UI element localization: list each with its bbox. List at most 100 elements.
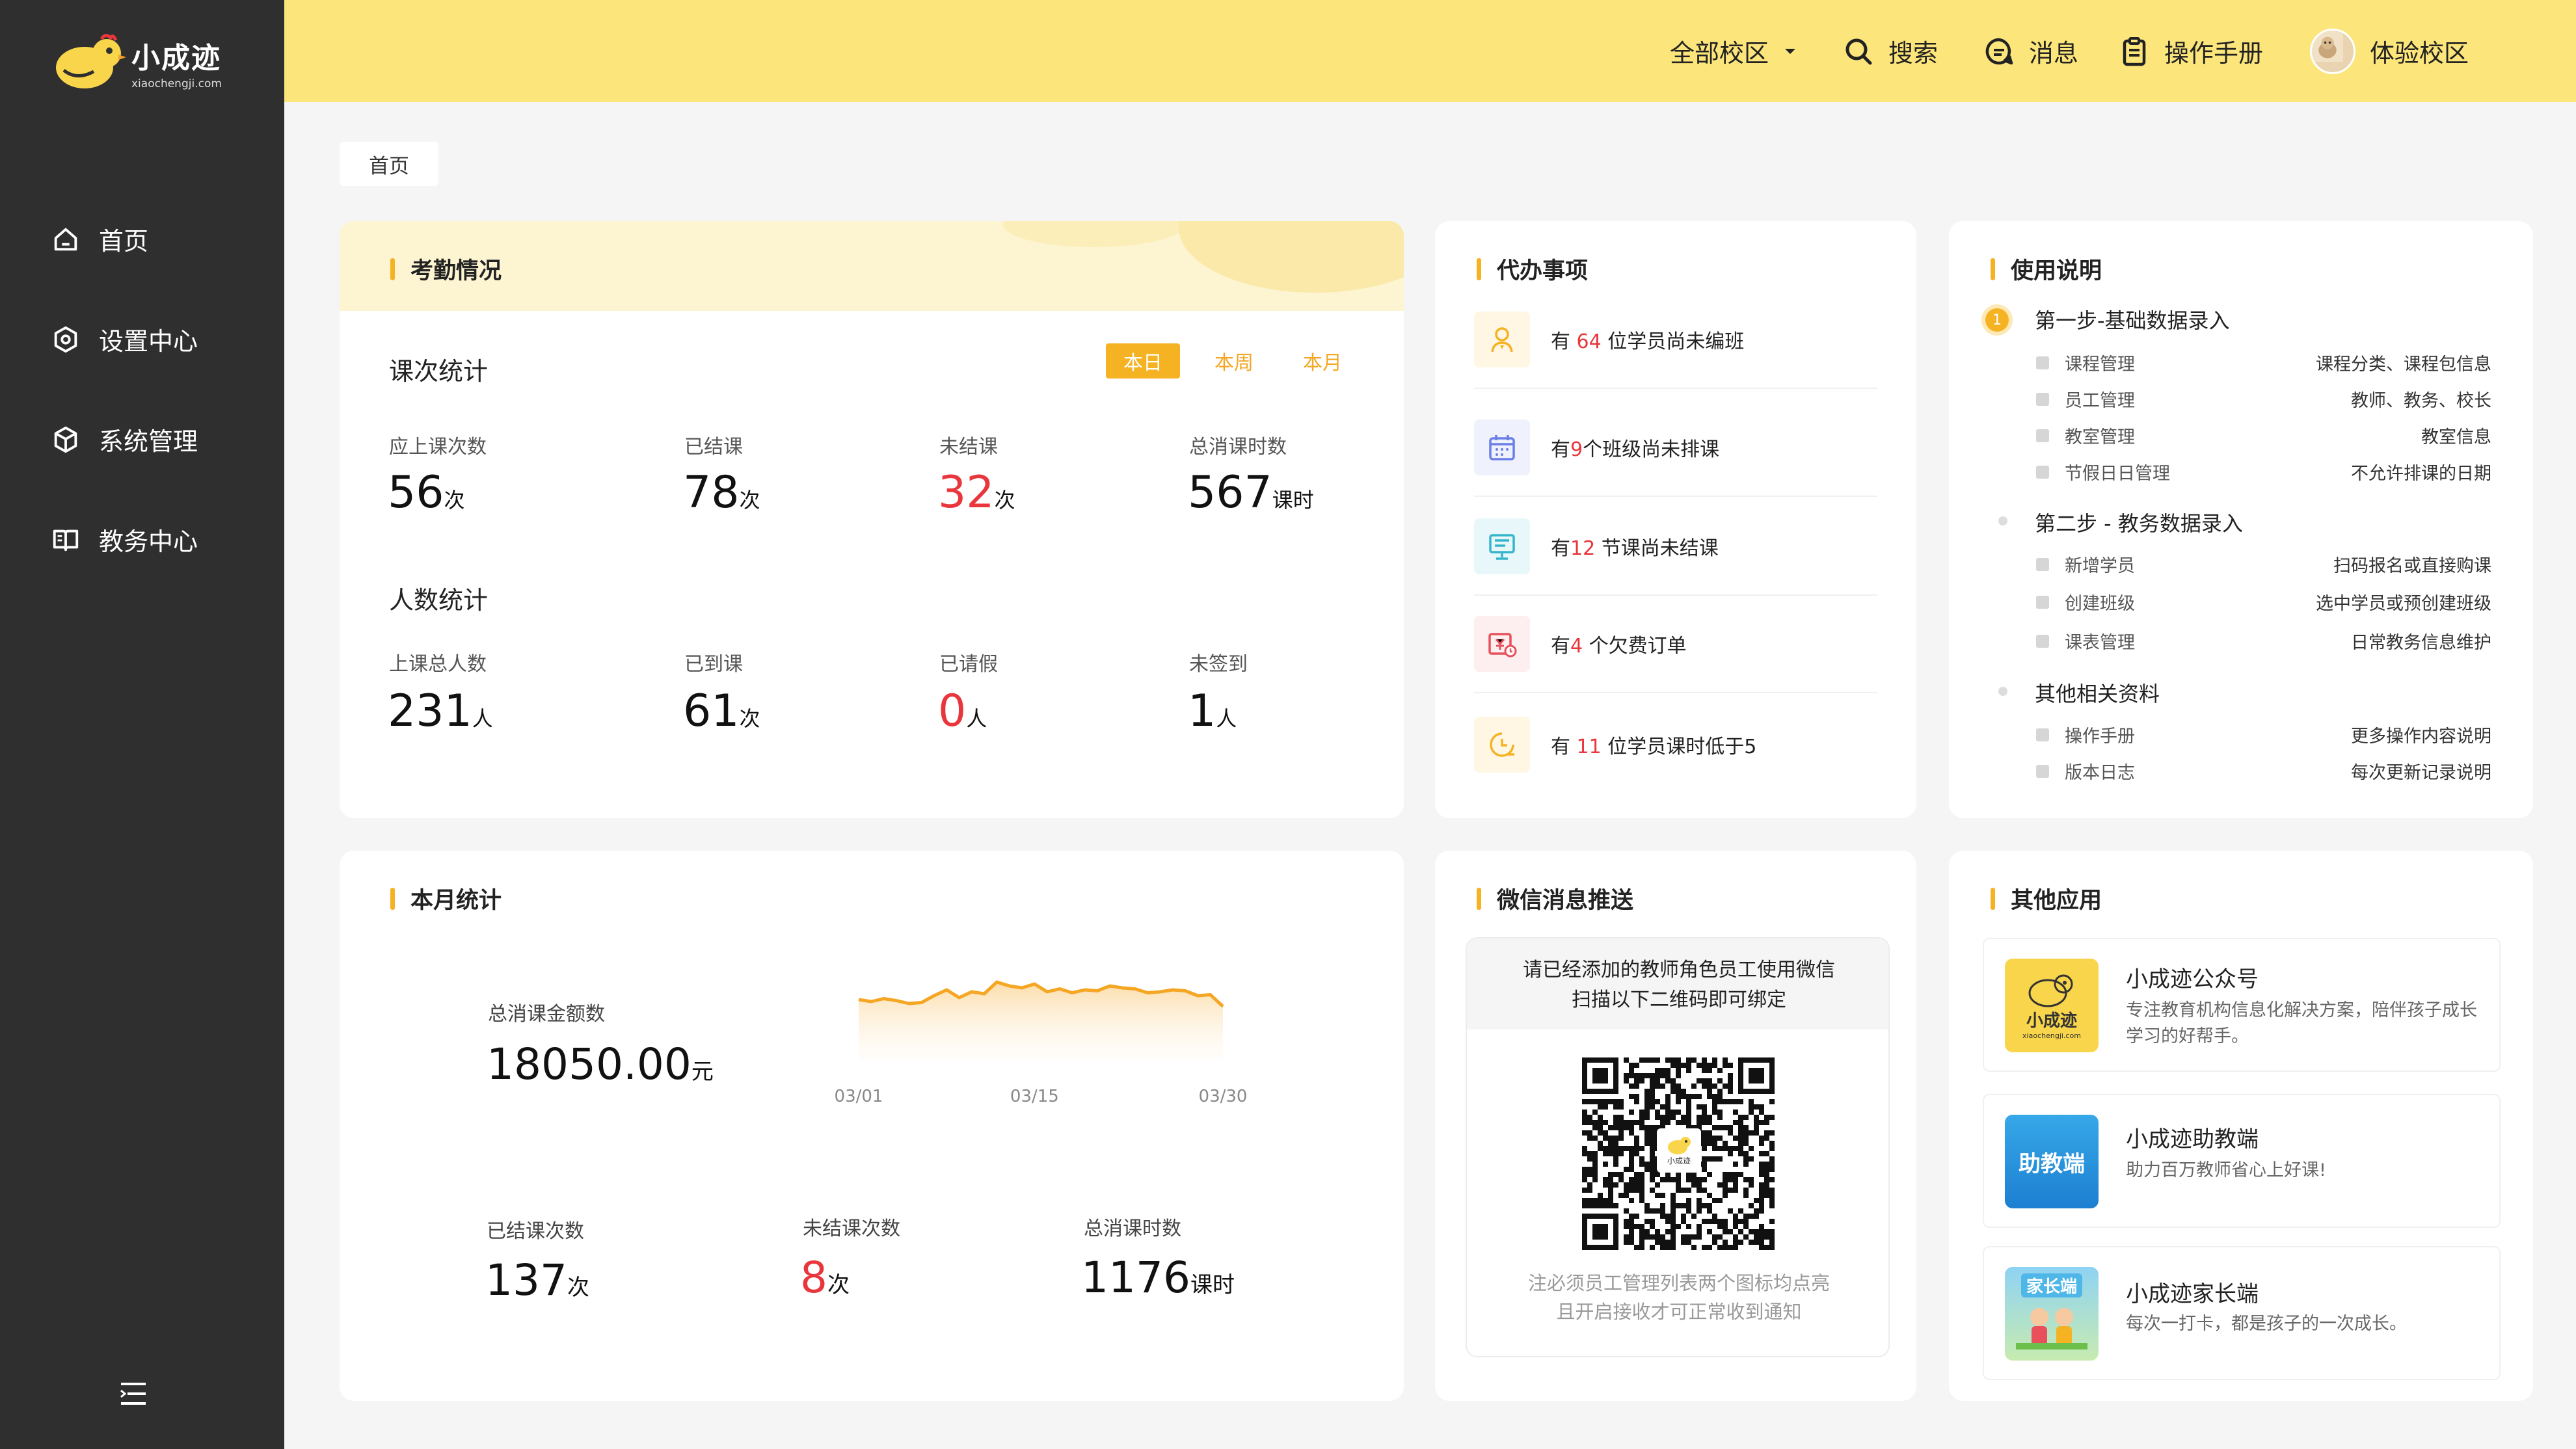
todo-item-low-hours[interactable]: 有 11 位学员课时低于5: [1474, 696, 1877, 793]
qr-logo: 小成迹: [1657, 1128, 1701, 1173]
guide-link[interactable]: 员工管理 教师、教务、校长: [2036, 386, 2491, 412]
wechat-note: 注必须员工管理列表两个图标均点亮 且开启接收才可正常收到通知: [1527, 1272, 1830, 1323]
brand-domain: xiaochengji.com: [131, 77, 222, 90]
month-stats-card: [340, 851, 1404, 1401]
manual-button[interactable]: 操作手册: [2119, 0, 2263, 102]
todo-text: 有 64 位学员尚未编班: [1551, 330, 1745, 353]
todo-text: 有12 节课尚未结课: [1551, 537, 1719, 560]
guide-link[interactable]: 新增学员 扫码报名或直接购课: [2036, 552, 2491, 577]
stat-value: 61次: [683, 685, 760, 737]
nav-item-system[interactable]: 系统管理: [51, 421, 198, 457]
nav-item-settings[interactable]: 设置中心: [51, 321, 198, 357]
nav-item-home[interactable]: 首页: [51, 221, 148, 257]
brand-logo[interactable]: 小成迹 xiaochengji.com: [51, 31, 222, 94]
holiday-icon: [2036, 465, 2049, 479]
guide-title: 使用说明: [1991, 252, 2102, 286]
settings-icon: [54, 326, 77, 352]
app-parent[interactable]: 家长端 小成迹家长端 每次一打卡，都是孩子的一次成长。: [1983, 1246, 2501, 1380]
todo-text: 有9个班级尚未排课: [1551, 438, 1720, 461]
clock-icon: [1474, 717, 1530, 773]
step-dot: [1998, 687, 2007, 696]
stat-value: 56次: [388, 467, 465, 518]
app-teacher[interactable]: 助教端 小成迹助教端 助力百万教师省心上好课!: [1983, 1094, 2501, 1228]
stat-label: 已结课次数: [487, 1220, 584, 1243]
bird-logo-icon: [1668, 1136, 1691, 1154]
todo-item-unfinished[interactable]: 有12 节课尚未结课: [1474, 498, 1877, 596]
month-title: 本月统计: [390, 882, 502, 915]
todo-item-arrears[interactable]: 有4 个欠费订单: [1474, 596, 1877, 693]
messages-button[interactable]: 消息: [1983, 0, 2078, 102]
app-name: 小成迹公众号: [2126, 966, 2259, 992]
message-icon: [1985, 38, 2013, 64]
official-account-icon: 小成迹 xiaochengji.com: [2005, 959, 2099, 1052]
stat-label: 已请假: [939, 653, 998, 676]
lesson-stats-title: 课次统计: [389, 357, 489, 386]
stat-label: 总消课时数: [1084, 1217, 1181, 1240]
stat-label: 总消课时数: [1189, 436, 1287, 459]
book-icon: [53, 529, 79, 551]
messages-label: 消息: [2029, 39, 2079, 68]
attendance-card: [340, 221, 1404, 818]
amount-label: 总消课金额数: [488, 1003, 605, 1026]
staff-icon: [2036, 392, 2049, 406]
stat-value: 567课时: [1188, 467, 1314, 518]
todo-text: 有 11 位学员课时低于5: [1551, 736, 1757, 758]
people-stats-title: 人数统计: [389, 586, 489, 615]
stat-value: 8次: [800, 1253, 850, 1303]
brand-name: 小成迹: [131, 42, 221, 75]
manual-icon: [2036, 728, 2049, 741]
stat-label: 已结课: [684, 436, 743, 459]
caret-down-icon: [1785, 48, 1796, 54]
add-student-icon: [2036, 557, 2049, 571]
stat-label: 应上课次数: [389, 436, 487, 459]
course-icon: [2036, 356, 2049, 369]
todo-text: 有4 个欠费订单: [1551, 635, 1687, 658]
home-icon: [54, 228, 77, 250]
chart-tick-label: 03/15: [1010, 1087, 1059, 1106]
stat-value: 0人: [938, 685, 987, 737]
stat-value: 1人: [1188, 685, 1237, 737]
campus-select[interactable]: 全部校区: [1670, 0, 1800, 102]
search-icon: [1845, 38, 1872, 64]
guide-link[interactable]: 教室管理 教室信息: [2036, 423, 2491, 448]
stat-value: 137次: [485, 1255, 589, 1305]
user-menu[interactable]: 体验校区: [2310, 0, 2469, 102]
sidebar: 小成迹 xiaochengji.com 首页 设置中心 系统管理 教务中心: [0, 0, 284, 1449]
menu-collapse-icon[interactable]: [117, 1377, 150, 1410]
app-official-account[interactable]: 小成迹 xiaochengji.com 小成迹公众号 专注教育机构信息化解决方案…: [1983, 938, 2501, 1072]
search-button[interactable]: 搜索: [1843, 0, 1938, 102]
todo-item-unassigned[interactable]: 有 64 位学员尚未编班: [1474, 291, 1877, 389]
classroom-icon: [2036, 429, 2049, 442]
stat-label: 未结课: [939, 436, 998, 459]
breadcrumb[interactable]: 首页: [340, 142, 438, 186]
tab-today[interactable]: 本日: [1106, 343, 1180, 379]
board-icon: [1474, 518, 1530, 574]
teacher-app-icon: 助教端: [2005, 1115, 2099, 1208]
chart-tick-label: 03/01: [835, 1087, 883, 1106]
class-icon: [2036, 595, 2049, 609]
top-bar: 全部校区 搜索 消息 操作手册 体验校区: [284, 0, 2576, 102]
schedule-icon: [2036, 634, 2049, 648]
attendance-title: 考勤情况: [390, 252, 502, 286]
guide-link[interactable]: 课程管理 课程分类、课程包信息: [2036, 350, 2491, 375]
guide-link[interactable]: 操作手册 更多操作内容说明: [2036, 722, 2491, 747]
app-desc: 助力百万教师省心上好课!: [2126, 1160, 2326, 1180]
bill-icon: [1474, 616, 1530, 672]
stat-label: 上课总人数: [389, 653, 487, 676]
nav-label: 设置中心: [99, 327, 198, 356]
step-title: 第二步 - 教务数据录入: [2035, 511, 2243, 536]
guide-link[interactable]: 课表管理 日常教务信息维护: [2036, 628, 2491, 654]
step-title: 其他相关资料: [2035, 682, 2160, 706]
app-desc: 专注教育机构信息化解决方案，陪伴孩子成长学习的好帮手。: [2126, 1000, 2477, 1046]
guide-link[interactable]: 节假日日管理 不允许排课的日期: [2036, 459, 2491, 485]
tab-week[interactable]: 本周: [1197, 343, 1271, 379]
app-desc: 每次一打卡，都是孩子的一次成长。: [2126, 1314, 2407, 1334]
app-name: 小成迹助教端: [2126, 1126, 2259, 1152]
guide-link[interactable]: 创建班级 选中学员或预创建班级: [2036, 589, 2491, 615]
apps-title: 其他应用: [1991, 882, 2102, 915]
guide-link[interactable]: 版本日志 每次更新记录说明: [2036, 758, 2491, 784]
todo-item-unscheduled[interactable]: 有9个班级尚未排课: [1474, 399, 1877, 497]
nav-item-academic[interactable]: 教务中心: [51, 522, 198, 557]
amount-value: 18050.00元: [487, 1039, 714, 1089]
tab-month[interactable]: 本月: [1285, 343, 1360, 379]
